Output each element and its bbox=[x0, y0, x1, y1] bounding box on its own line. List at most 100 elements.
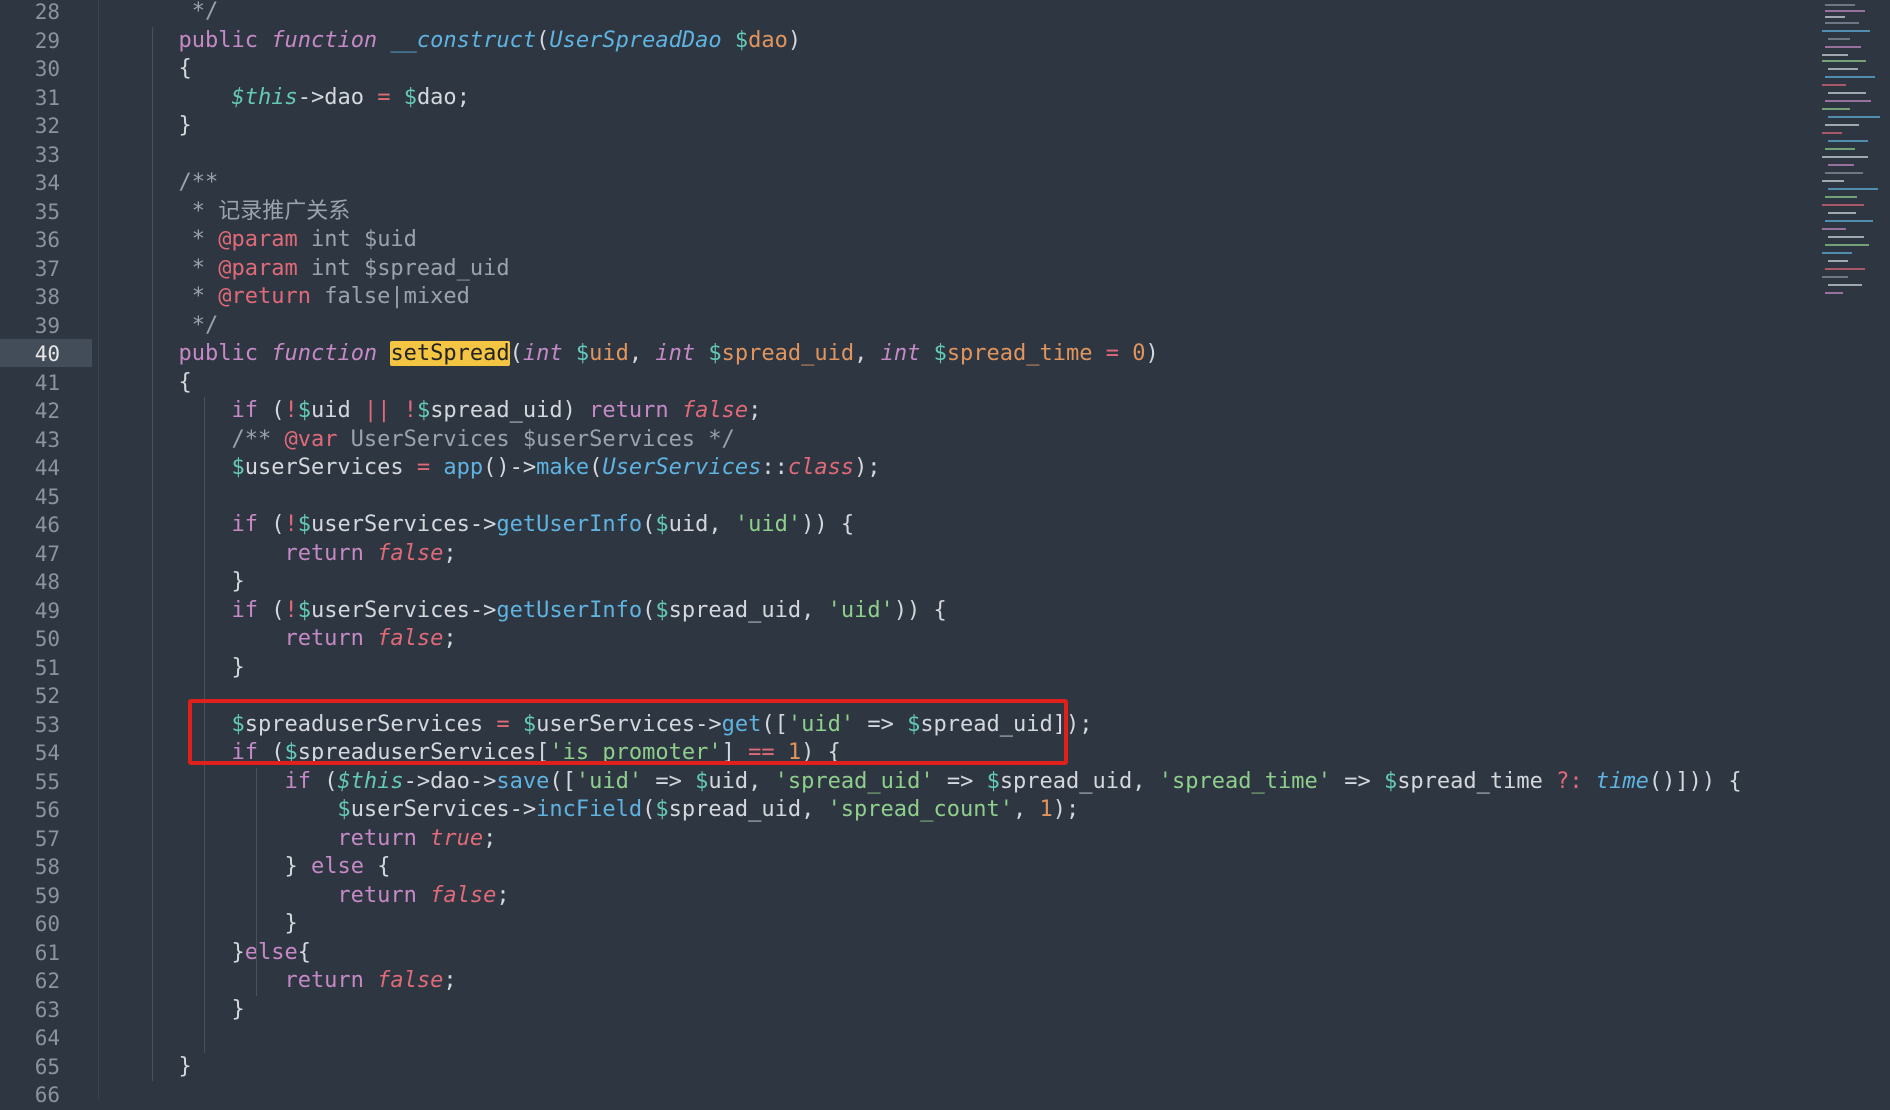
minimap-line bbox=[1825, 172, 1863, 174]
code-line[interactable]: * @param int $uid bbox=[152, 226, 417, 255]
code-token: ; bbox=[443, 968, 457, 993]
line-number: 51 bbox=[34, 655, 60, 680]
code-token: spread_time bbox=[946, 341, 1106, 366]
minimap-line bbox=[1828, 116, 1880, 118]
code-token: $this bbox=[337, 768, 404, 794]
code-line[interactable]: } bbox=[152, 568, 245, 597]
code-token: ( bbox=[271, 512, 285, 537]
code-token: ( bbox=[536, 27, 550, 53]
code-token: ; bbox=[443, 626, 457, 651]
code-token: int bbox=[522, 341, 576, 366]
minimap-line bbox=[1825, 196, 1857, 198]
code-token: return bbox=[152, 882, 431, 908]
code-token: 'spread_time' bbox=[1158, 768, 1331, 794]
line-number: 40 bbox=[34, 342, 60, 366]
code-token: dao bbox=[430, 768, 470, 794]
minimap-line bbox=[1822, 54, 1848, 56]
line-number: 33 bbox=[34, 142, 60, 167]
code-token: -> bbox=[509, 797, 537, 822]
code-token: , bbox=[854, 341, 881, 366]
code-line[interactable]: } bbox=[152, 654, 244, 683]
code-token: if bbox=[152, 512, 272, 537]
code-line[interactable]: } bbox=[152, 996, 245, 1025]
code-line[interactable]: $userServices->incField($spread_uid, 'sp… bbox=[152, 796, 1079, 825]
minimap-line bbox=[1825, 148, 1855, 150]
minimap-line bbox=[1825, 244, 1869, 246]
code-token: ! bbox=[284, 512, 298, 537]
line-number: 36 bbox=[34, 228, 60, 252]
code-line[interactable]: */ bbox=[152, 0, 219, 27]
code-token: , bbox=[748, 768, 775, 794]
code-line[interactable]: public function __construct(UserSpreadDa… bbox=[152, 27, 801, 56]
line-number: 61 bbox=[34, 940, 60, 965]
code-token: => bbox=[933, 768, 987, 794]
code-token: { bbox=[152, 369, 192, 395]
minimap-line bbox=[1822, 84, 1846, 86]
code-line[interactable]: } bbox=[152, 112, 192, 141]
line-number: 49 bbox=[34, 598, 60, 623]
code-token: $ bbox=[575, 341, 590, 366]
line-number: 52 bbox=[34, 684, 60, 708]
code-token: { bbox=[297, 939, 311, 965]
code-line[interactable]: return false; bbox=[152, 625, 457, 654]
code-token: $ bbox=[734, 27, 749, 53]
code-line[interactable]: * @return false|mixed bbox=[152, 283, 470, 312]
code-token: } bbox=[152, 113, 192, 138]
code-token: $ bbox=[655, 797, 669, 822]
code-token: spread_time bbox=[1397, 768, 1557, 794]
code-line[interactable]: return false; bbox=[152, 967, 457, 996]
code-token: */ bbox=[152, 312, 219, 338]
code-line[interactable]: } bbox=[152, 910, 297, 939]
code-token: dao bbox=[748, 27, 788, 53]
line-number: 39 bbox=[34, 313, 60, 338]
line-number: 50 bbox=[34, 627, 60, 651]
code-token: uid bbox=[310, 398, 364, 423]
line-number: 45 bbox=[34, 484, 60, 509]
code-token: if bbox=[152, 597, 272, 623]
code-line[interactable]: { bbox=[152, 55, 191, 84]
code-line[interactable]: } else { bbox=[152, 853, 390, 882]
code-token: incField bbox=[536, 797, 643, 822]
code-line[interactable]: $this->dao = $dao; bbox=[152, 84, 469, 113]
code-line[interactable]: /** bbox=[152, 169, 218, 198]
minimap-line bbox=[1828, 260, 1848, 262]
code-token: 'spread_count' bbox=[827, 797, 1013, 822]
code-line[interactable]: $userServices = app()->make(UserServices… bbox=[152, 454, 880, 483]
minimap-line bbox=[1825, 292, 1843, 294]
code-token: ! bbox=[284, 597, 298, 623]
code-token: dao bbox=[416, 84, 457, 110]
code-line[interactable]: { bbox=[152, 369, 192, 398]
line-number: 58 bbox=[34, 855, 60, 879]
code-line[interactable]: return false; bbox=[152, 882, 509, 911]
code-line[interactable]: public function setSpread(int $uid, int … bbox=[152, 340, 1159, 369]
code-token: public bbox=[152, 27, 272, 53]
line-number: 47 bbox=[34, 541, 60, 566]
code-line[interactable]: */ bbox=[152, 312, 219, 341]
code-line[interactable]: * @param int $spread_uid bbox=[152, 255, 510, 284]
code-token: = bbox=[377, 84, 404, 110]
code-line[interactable]: } bbox=[152, 1053, 191, 1082]
code-line[interactable]: if (!$userServices->getUserInfo($spread_… bbox=[152, 597, 946, 626]
minimap[interactable] bbox=[1818, 0, 1890, 300]
code-token: @param bbox=[218, 255, 298, 281]
code-line[interactable]: return false; bbox=[152, 540, 456, 569]
code-token: { bbox=[377, 854, 391, 879]
code-line[interactable]: /** @var UserServices $userServices */ bbox=[152, 426, 734, 455]
code-line[interactable]: * 记录推广关系 bbox=[152, 198, 351, 227]
code-token: return bbox=[152, 968, 378, 993]
code-token: } bbox=[152, 996, 245, 1022]
code-token: , bbox=[801, 597, 828, 623]
code-token: -> bbox=[403, 768, 431, 794]
code-line[interactable]: }else{ bbox=[152, 939, 311, 968]
code-token: $ bbox=[403, 84, 417, 110]
code-token: ()-> bbox=[483, 455, 537, 480]
code-line[interactable]: if (!$userServices->getUserInfo($uid, 'u… bbox=[152, 511, 854, 540]
code-line[interactable]: if (!$uid || !$spread_uid) return false; bbox=[152, 397, 761, 426]
code-token: => bbox=[642, 768, 696, 794]
code-line[interactable]: if ($this->dao->save(['uid' => $uid, 'sp… bbox=[152, 768, 1741, 797]
code-token: else bbox=[310, 854, 378, 879]
code-token: make bbox=[536, 455, 590, 480]
code-token: 'spread_uid' bbox=[774, 768, 934, 794]
code-editor[interactable]: 28 29 30 31 32 33 34 35 36 37 38 39 40 41 42 43 44 45 46 47… bbox=[0, 0, 1890, 1107]
code-token: } bbox=[152, 569, 245, 594]
